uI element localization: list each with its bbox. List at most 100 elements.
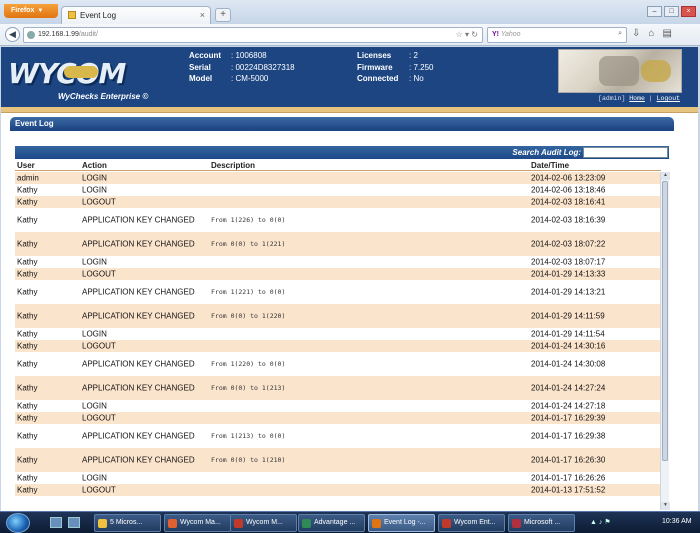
window-close-icon[interactable]: × [681, 6, 696, 17]
cell-action: APPLICATION KEY CHANGED [82, 455, 195, 465]
cell-user: Kathy [17, 473, 38, 483]
ie-icon[interactable] [68, 517, 80, 528]
app-icon [512, 519, 521, 528]
cell-datetime: 2014-02-03 18:16:41 [531, 197, 606, 207]
maximize-icon[interactable]: □ [664, 6, 679, 17]
taskbar-button[interactable]: Wycom M... [230, 514, 297, 532]
cell-user: Kathy [17, 311, 38, 321]
search-placeholder: Yahoo [500, 31, 521, 38]
new-tab-button[interactable]: + [215, 8, 231, 22]
cell-user: Kathy [17, 359, 38, 369]
divider [10, 130, 674, 131]
taskbar-button-label: Advantage ... [314, 519, 356, 526]
site-identity-icon[interactable] [27, 31, 35, 39]
back-arrow-icon[interactable]: ◀ [5, 27, 20, 42]
table-row: admin LOGIN 2014-02-06 13:23:09 [15, 172, 661, 184]
cell-action: LOGOUT [82, 413, 116, 423]
column-header-description: Description [211, 161, 256, 170]
home-icon[interactable]: ⌂ [648, 28, 654, 39]
product-tagline: WyChecks Enterprise © [58, 92, 149, 101]
search-audit-input[interactable] [583, 147, 668, 158]
cell-description: From 0(0) to 1(221) [211, 240, 286, 248]
cell-user: Kathy [17, 185, 38, 195]
panel-title: Event Log [10, 117, 674, 130]
serial-value: : 00224D8327318 [231, 62, 295, 72]
minimize-icon[interactable]: – [647, 6, 662, 17]
app-icon [372, 519, 381, 528]
taskbar-button[interactable]: Microsoft ... [508, 514, 575, 532]
page-icon [68, 11, 76, 19]
cell-datetime: 2014-01-24 14:27:18 [531, 401, 606, 411]
search-icon[interactable]: ⌕ [618, 30, 622, 38]
taskbar-button-label: Wycom M... [246, 519, 283, 526]
table-header: User Action Description Date/Time [15, 161, 661, 171]
cell-user: admin [17, 173, 39, 183]
cell-user: Kathy [17, 269, 38, 279]
downloads-icon[interactable]: ⇩ [632, 28, 640, 39]
model-value: : CM-5000 [231, 74, 269, 83]
network-icon[interactable]: ▲ [590, 519, 597, 526]
volume-icon[interactable]: ♪ [599, 519, 603, 526]
cell-action: APPLICATION KEY CHANGED [82, 431, 195, 441]
header-image [558, 49, 682, 93]
scrollbar[interactable]: ▲ ▼ [660, 172, 670, 510]
taskbar-button[interactable]: 5 Micros... [94, 514, 161, 532]
cell-user: Kathy [17, 287, 38, 297]
cell-datetime: 2014-01-17 16:29:39 [531, 413, 606, 423]
close-icon[interactable]: × [200, 10, 205, 20]
column-header-user: User [17, 161, 35, 170]
dropdown-icon[interactable]: ▾ [465, 30, 469, 39]
cell-action: LOGIN [82, 329, 107, 339]
url-path: /audit/ [78, 31, 98, 38]
taskbar-button-label: Event Log -... [384, 519, 426, 526]
reload-icon[interactable]: ↻ [471, 30, 478, 39]
user-links: [admin] Home | Logout [598, 95, 680, 102]
clock[interactable]: 10:36 AM [662, 518, 692, 525]
cell-user: Kathy [17, 215, 38, 225]
taskbar-button-label: Wycom Ma... [180, 519, 221, 526]
scroll-down-icon[interactable]: ▼ [661, 502, 670, 510]
taskbar-button[interactable]: Event Log -... [368, 514, 435, 532]
start-button[interactable] [6, 513, 30, 533]
link-separator: | [648, 95, 653, 102]
yahoo-icon[interactable]: Y! [492, 31, 499, 38]
bookmark-star-icon[interactable]: ☆ [456, 30, 463, 39]
header-stripe [1, 107, 698, 113]
cell-datetime: 2014-02-03 18:07:22 [531, 239, 606, 249]
taskbar-button[interactable]: Wycom Ma... [164, 514, 231, 532]
cell-user: Kathy [17, 413, 38, 423]
app-header: WYCOM WyChecks Enterprise © Account: 100… [1, 47, 698, 107]
cell-datetime: 2014-02-03 18:07:17 [531, 257, 606, 267]
table-row: Kathy APPLICATION KEY CHANGED From 1(226) … [15, 208, 661, 232]
device-info: Account: 1006808 Serial: 00224D8327318 M… [189, 50, 295, 85]
cell-datetime: 2014-02-06 13:23:09 [531, 173, 606, 183]
cell-action: LOGIN [82, 185, 107, 195]
table-row: Kathy APPLICATION KEY CHANGED From 1(213) … [15, 424, 661, 448]
user-tag: [admin] [598, 95, 626, 102]
cell-datetime: 2014-01-24 14:27:24 [531, 383, 606, 393]
cell-datetime: 2014-01-17 16:26:26 [531, 473, 606, 483]
flag-icon[interactable]: ⚑ [604, 519, 610, 526]
cell-action: LOGOUT [82, 341, 116, 351]
taskbar-button[interactable]: Advantage ... [298, 514, 365, 532]
table-row: Kathy APPLICATION KEY CHANGED From 1(220) … [15, 352, 661, 376]
taskbar-button[interactable]: Wycom Ent... [438, 514, 505, 532]
address-bar[interactable]: 192.168.1.99/audit/ ☆ ▾ ↻ [23, 27, 483, 43]
toolbar-icons: ⇩ ⌂ ▤ [632, 28, 680, 39]
search-bar[interactable]: Y! Yahoo ⌕ [487, 27, 627, 43]
cell-action: LOGIN [82, 473, 107, 483]
scroll-thumb[interactable] [662, 181, 668, 461]
logout-link[interactable]: Logout [657, 95, 680, 102]
url-actions: ☆ ▾ ↻ [456, 30, 478, 39]
show-desktop-icon[interactable] [50, 517, 62, 528]
firefox-menu-button[interactable]: Firefox ▼ [4, 4, 58, 18]
menu-icon[interactable]: ▤ [662, 28, 671, 39]
cell-datetime: 2014-01-29 14:13:21 [531, 287, 606, 297]
cell-action: APPLICATION KEY CHANGED [82, 383, 195, 393]
tab-event-log[interactable]: Event Log × [61, 6, 211, 24]
home-link[interactable]: Home [629, 95, 645, 102]
cell-action: APPLICATION KEY CHANGED [82, 359, 195, 369]
serial-label: Serial [189, 62, 211, 72]
scroll-up-icon[interactable]: ▲ [661, 172, 670, 180]
cell-action: APPLICATION KEY CHANGED [82, 287, 195, 297]
